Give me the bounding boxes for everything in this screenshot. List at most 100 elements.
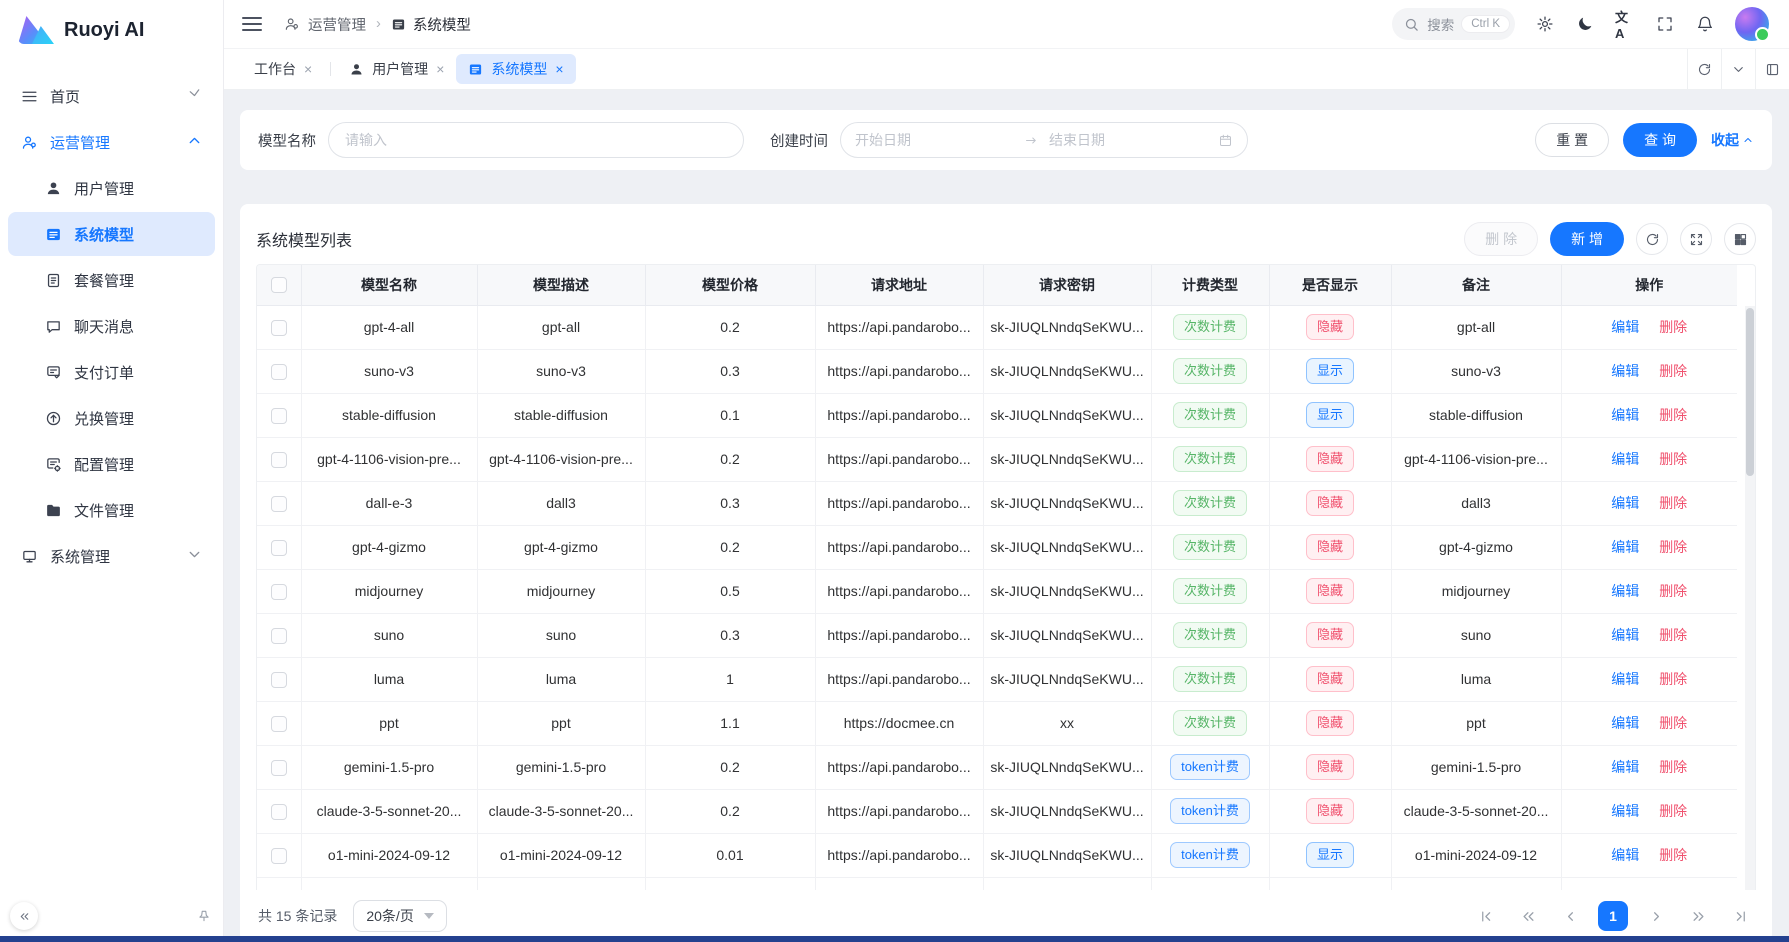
breadcrumb-item[interactable]: 运营管理 (308, 14, 366, 35)
edit-link[interactable]: 编辑 (1611, 495, 1639, 511)
column-settings-icon[interactable] (1724, 223, 1756, 255)
start-date-placeholder[interactable]: 开始日期 (855, 130, 1014, 150)
row-checkbox[interactable] (271, 540, 287, 556)
edit-link[interactable]: 编辑 (1611, 671, 1639, 687)
row-checkbox[interactable] (271, 584, 287, 600)
global-search[interactable]: 搜索 Ctrl K (1392, 8, 1515, 40)
column-header[interactable]: 模型价格 (645, 265, 815, 305)
collapse-filters-link[interactable]: 收起 (1711, 130, 1754, 150)
logo[interactable]: Ruoyi AI (0, 0, 223, 60)
maximize-icon[interactable] (1755, 49, 1789, 89)
delete-link[interactable]: 删除 (1659, 847, 1687, 863)
delete-button[interactable]: 删 除 (1464, 222, 1538, 256)
notifications-bell-icon[interactable] (1695, 14, 1715, 34)
delete-link[interactable]: 删除 (1659, 627, 1687, 643)
delete-link[interactable]: 删除 (1659, 715, 1687, 731)
last-page-button[interactable] (1726, 902, 1754, 930)
sidebar-item-system-management[interactable]: 系统管理 (8, 534, 215, 578)
page-size-select[interactable]: 20条/页 (353, 900, 446, 932)
tab-workbench[interactable]: 工作台 (242, 54, 324, 84)
table-scrollbar-thumb[interactable] (1746, 308, 1754, 476)
sidebar-item-package-management[interactable]: 套餐管理 (8, 258, 215, 302)
tab-system-model[interactable]: 系统模型 (456, 54, 575, 84)
row-checkbox[interactable] (271, 716, 287, 732)
delete-link[interactable]: 删除 (1659, 363, 1687, 379)
date-range-picker[interactable]: 开始日期 结束日期 (840, 122, 1248, 158)
current-page[interactable]: 1 (1598, 901, 1628, 931)
column-header[interactable]: 备注 (1391, 265, 1561, 305)
sidebar-item-user-management[interactable]: 用户管理 (8, 166, 215, 210)
tab-user-management[interactable]: 用户管理 (337, 54, 456, 84)
edit-link[interactable]: 编辑 (1611, 803, 1639, 819)
edit-link[interactable]: 编辑 (1611, 627, 1639, 643)
edit-link[interactable]: 编辑 (1611, 407, 1639, 423)
column-header[interactable]: 计费类型 (1151, 265, 1269, 305)
menu-toggle-icon[interactable] (242, 17, 262, 31)
refresh-icon[interactable] (1687, 49, 1721, 89)
sidebar-item-system-model[interactable]: 系统模型 (8, 212, 215, 256)
close-icon[interactable] (436, 62, 444, 76)
fullscreen-icon[interactable] (1655, 14, 1675, 34)
column-header[interactable]: 操作 (1561, 265, 1737, 305)
delete-link[interactable]: 删除 (1659, 803, 1687, 819)
sidebar-item-exchange-management[interactable]: 兑换管理 (8, 396, 215, 440)
row-checkbox[interactable] (271, 804, 287, 820)
add-button[interactable]: 新 增 (1550, 222, 1624, 256)
sidebar-item-payment-orders[interactable]: 支付订单 (8, 350, 215, 394)
row-checkbox[interactable] (271, 496, 287, 512)
delete-link[interactable]: 删除 (1659, 451, 1687, 467)
sidebar-item-file-management[interactable]: 文件管理 (8, 488, 215, 532)
column-header[interactable]: 请求密钥 (983, 265, 1151, 305)
chevron-down-icon[interactable] (1721, 49, 1755, 89)
select-all-checkbox[interactable] (271, 277, 287, 293)
column-header[interactable]: 模型名称 (301, 265, 477, 305)
row-checkbox[interactable] (271, 628, 287, 644)
row-checkbox[interactable] (271, 672, 287, 688)
edit-link[interactable]: 编辑 (1611, 451, 1639, 467)
model-name-input[interactable] (328, 122, 744, 158)
row-checkbox[interactable] (271, 452, 287, 468)
edit-link[interactable]: 编辑 (1611, 363, 1639, 379)
column-header[interactable]: 请求地址 (815, 265, 983, 305)
delete-link[interactable]: 删除 (1659, 671, 1687, 687)
sidebar-item-home[interactable]: 首页 (8, 74, 215, 118)
delete-link[interactable]: 删除 (1659, 539, 1687, 555)
expand-icon[interactable] (1680, 223, 1712, 255)
row-checkbox[interactable] (271, 320, 287, 336)
delete-link[interactable]: 删除 (1659, 407, 1687, 423)
edit-link[interactable]: 编辑 (1611, 847, 1639, 863)
first-page-button[interactable] (1472, 902, 1500, 930)
row-checkbox[interactable] (271, 848, 287, 864)
forward-five-pages-button[interactable] (1684, 902, 1712, 930)
search-button[interactable]: 查 询 (1623, 123, 1697, 157)
pin-icon[interactable] (197, 909, 211, 923)
edit-link[interactable]: 编辑 (1611, 583, 1639, 599)
sidebar-collapse-button[interactable] (10, 902, 38, 930)
column-header[interactable]: 模型描述 (477, 265, 645, 305)
reset-button[interactable]: 重 置 (1535, 123, 1609, 157)
row-checkbox[interactable] (271, 760, 287, 776)
row-checkbox[interactable] (271, 408, 287, 424)
close-icon[interactable] (555, 62, 563, 76)
dark-mode-moon-icon[interactable] (1575, 14, 1595, 34)
settings-gear-icon[interactable] (1535, 14, 1555, 34)
refresh-icon[interactable] (1636, 223, 1668, 255)
edit-link[interactable]: 编辑 (1611, 715, 1639, 731)
next-page-button[interactable] (1642, 902, 1670, 930)
delete-link[interactable]: 删除 (1659, 759, 1687, 775)
delete-link[interactable]: 删除 (1659, 495, 1687, 511)
user-avatar[interactable] (1735, 7, 1769, 41)
sidebar-item-config-management[interactable]: 配置管理 (8, 442, 215, 486)
sidebar-item-chat-messages[interactable]: 聊天消息 (8, 304, 215, 348)
language-icon[interactable]: 文A (1615, 14, 1635, 34)
back-five-pages-button[interactable] (1514, 902, 1542, 930)
delete-link[interactable]: 删除 (1659, 319, 1687, 335)
close-icon[interactable] (304, 62, 312, 76)
edit-link[interactable]: 编辑 (1611, 539, 1639, 555)
delete-link[interactable]: 删除 (1659, 583, 1687, 599)
end-date-placeholder[interactable]: 结束日期 (1049, 130, 1208, 150)
edit-link[interactable]: 编辑 (1611, 319, 1639, 335)
sidebar-item-operations[interactable]: 运营管理 (8, 120, 215, 164)
row-checkbox[interactable] (271, 364, 287, 380)
edit-link[interactable]: 编辑 (1611, 759, 1639, 775)
